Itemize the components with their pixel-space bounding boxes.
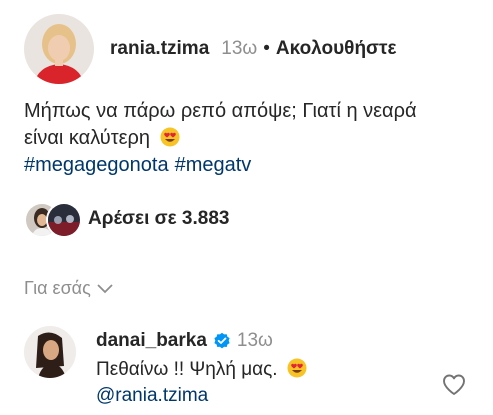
likes-count[interactable]: Αρέσει σε 3.883 bbox=[88, 208, 229, 230]
likers-avatar-stack bbox=[24, 202, 82, 238]
post-header: rania.tzima 13ω • Ακολουθήστε bbox=[110, 38, 397, 60]
commenter-username[interactable]: danai_barka bbox=[96, 330, 207, 352]
likes-row[interactable]: Αρέσει σε 3.883 bbox=[24, 202, 229, 238]
hashtag-list: #megagegonota #megatv bbox=[24, 152, 474, 179]
caption-line-1: Μήπως να πάρω ρεπό απόψε; Γιατί η νεαρά bbox=[24, 100, 417, 122]
separator-dot: • bbox=[263, 38, 270, 59]
post-author-avatar[interactable] bbox=[24, 14, 94, 84]
heart-eyes-emoji-icon bbox=[160, 127, 180, 147]
caption-line-2: είναι καλύτερη bbox=[24, 127, 151, 149]
hashtag-link[interactable]: #megatv bbox=[175, 154, 252, 176]
post-time: 13ω bbox=[221, 38, 258, 59]
comment-text: Πεθαίνω !! Ψηλή μας. bbox=[96, 358, 307, 382]
liker-avatar bbox=[46, 202, 82, 238]
for-you-filter[interactable]: Για εσάς bbox=[24, 278, 113, 299]
heart-eyes-emoji-icon bbox=[287, 358, 307, 378]
verified-badge-icon bbox=[213, 332, 231, 350]
for-you-label: Για εσάς bbox=[24, 278, 91, 298]
heart-outline-icon[interactable] bbox=[441, 372, 467, 398]
comment-time: 13ω bbox=[236, 330, 273, 351]
chevron-down-icon bbox=[97, 278, 113, 299]
hashtag-link[interactable]: #megagegonota bbox=[24, 154, 169, 176]
commenter-avatar[interactable] bbox=[24, 326, 76, 378]
comment-body: Πεθαίνω !! Ψηλή μας. bbox=[96, 359, 278, 380]
follow-button[interactable]: Ακολουθήστε bbox=[276, 38, 397, 60]
post-caption: Μήπως να πάρω ρεπό απόψε; Γιατί η νεαρά … bbox=[24, 98, 474, 179]
comment-mention-link[interactable]: @rania.tzima bbox=[96, 385, 208, 407]
post-author-username[interactable]: rania.tzima bbox=[110, 38, 209, 60]
comment-header: danai_barka 13ω bbox=[96, 330, 273, 352]
